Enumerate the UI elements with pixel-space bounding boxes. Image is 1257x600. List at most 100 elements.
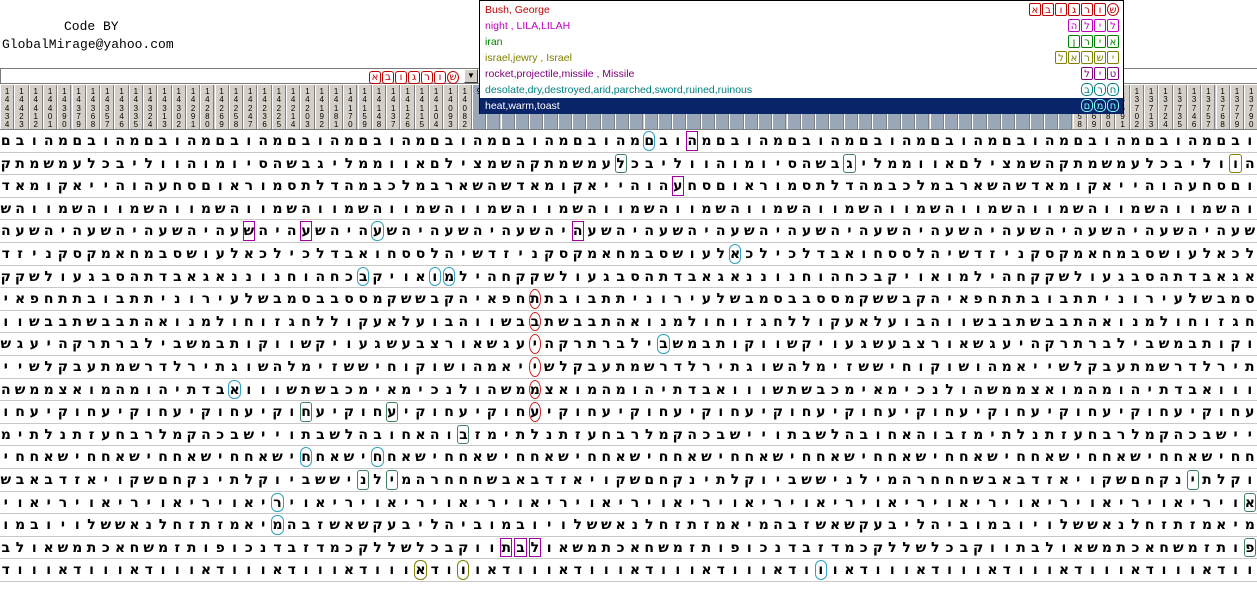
grid-letter[interactable]: ל bbox=[242, 288, 256, 310]
grid-letter[interactable]: ו bbox=[799, 559, 813, 581]
grid-letter[interactable]: ו bbox=[585, 492, 599, 514]
grid-letter[interactable]: ל bbox=[84, 153, 98, 175]
grid-letter[interactable]: י bbox=[928, 492, 942, 514]
grid-letter[interactable]: ו bbox=[242, 356, 256, 378]
grid-letter[interactable]: ו bbox=[185, 288, 199, 310]
grid-letter[interactable]: ח bbox=[1157, 537, 1171, 559]
grid-letter[interactable]: ב bbox=[299, 469, 313, 491]
grid-letter[interactable]: ר bbox=[985, 492, 999, 514]
grid-letter[interactable]: ו bbox=[957, 311, 971, 333]
grid-letter[interactable]: ב bbox=[871, 266, 885, 288]
grid-letter[interactable]: ל bbox=[785, 311, 799, 333]
grid-letter[interactable]: ח bbox=[1228, 401, 1242, 423]
grid-letter[interactable]: ק bbox=[70, 333, 84, 355]
grid-letter[interactable]: ה bbox=[471, 356, 485, 378]
grid-letter[interactable]: ר bbox=[428, 469, 442, 491]
grid-letter[interactable]: א bbox=[1043, 379, 1057, 401]
grid-letter[interactable]: ת bbox=[599, 311, 613, 333]
grid-letter[interactable]: ק bbox=[456, 537, 470, 559]
grid-letter[interactable]: י bbox=[0, 288, 13, 310]
grid-letter[interactable]: ע bbox=[513, 333, 527, 355]
grid-letter[interactable]: י bbox=[342, 469, 356, 491]
grid-letter[interactable]: ו bbox=[170, 198, 184, 220]
grid-letter[interactable]: ש bbox=[742, 220, 756, 242]
grid-letter[interactable]: ה bbox=[313, 266, 327, 288]
grid-letter[interactable]: י bbox=[885, 356, 899, 378]
grid-letter[interactable]: כ bbox=[699, 424, 713, 446]
grid-letter[interactable]: ל bbox=[914, 514, 928, 536]
grid-letter[interactable]: י bbox=[0, 492, 13, 514]
grid-letter[interactable]: א bbox=[1000, 469, 1014, 491]
grid-letter[interactable]: י bbox=[757, 424, 771, 446]
grid-letter[interactable]: מ bbox=[513, 379, 527, 401]
grid-letter[interactable]: ד bbox=[356, 559, 370, 581]
grid-letter[interactable]: ו bbox=[585, 559, 599, 581]
grid-letter[interactable]: י bbox=[185, 401, 199, 423]
grid-letter[interactable]: י bbox=[328, 333, 342, 355]
grid-letter[interactable]: י bbox=[1043, 401, 1057, 423]
grid-letter[interactable]: א bbox=[27, 469, 41, 491]
grid-letter[interactable]: ק bbox=[699, 401, 713, 423]
grid-letter[interactable]: מ bbox=[356, 153, 370, 175]
grid-letter[interactable]: ק bbox=[256, 333, 270, 355]
grid-letter[interactable]: מ bbox=[285, 288, 299, 310]
grid-letter[interactable]: ש bbox=[785, 333, 799, 355]
grid-letter[interactable]: ע bbox=[1071, 424, 1085, 446]
grid-letter[interactable]: ו bbox=[70, 514, 84, 536]
grid-letter[interactable]: ע bbox=[99, 424, 113, 446]
grid-letter[interactable]: י bbox=[471, 492, 485, 514]
grid-letter[interactable]: ה bbox=[542, 333, 556, 355]
grid-letter[interactable]: י bbox=[413, 514, 427, 536]
grid-letter[interactable]: ב bbox=[113, 288, 127, 310]
grid-letter[interactable]: ת bbox=[1243, 356, 1257, 378]
grid-letter[interactable]: מ bbox=[1014, 379, 1028, 401]
grid-letter[interactable]: מ bbox=[585, 537, 599, 559]
grid-letter[interactable]: מ bbox=[628, 356, 642, 378]
grid-letter[interactable]: ב bbox=[1100, 356, 1114, 378]
grid-letter[interactable]: ק bbox=[571, 356, 585, 378]
grid-letter[interactable]: א bbox=[1100, 492, 1114, 514]
grid-letter[interactable]: ה bbox=[1186, 220, 1200, 242]
grid-letter[interactable]: מ bbox=[971, 424, 985, 446]
grid-letter[interactable]: ב bbox=[0, 537, 13, 559]
grid-letter[interactable]: ו bbox=[242, 559, 256, 581]
grid-letter[interactable]: ו bbox=[1043, 514, 1057, 536]
grid-letter[interactable]: ע bbox=[1085, 220, 1099, 242]
grid-letter[interactable]: נ bbox=[642, 288, 656, 310]
grid-letter[interactable]: ח bbox=[871, 446, 885, 468]
grid-letter[interactable]: ו bbox=[656, 288, 670, 310]
grid-letter[interactable]: ק bbox=[313, 333, 327, 355]
grid-letter[interactable]: ש bbox=[1214, 198, 1228, 220]
grid-letter[interactable]: ח bbox=[328, 266, 342, 288]
grid-letter[interactable]: ה bbox=[256, 130, 270, 152]
grid-letter[interactable]: ו bbox=[885, 130, 899, 152]
grid-letter[interactable]: ס bbox=[399, 243, 413, 265]
grid-letter[interactable]: א bbox=[885, 492, 899, 514]
grid-letter[interactable]: ל bbox=[270, 243, 284, 265]
grid-letter[interactable]: ד bbox=[1000, 559, 1014, 581]
grid-letter[interactable]: ז bbox=[1186, 514, 1200, 536]
grid-letter[interactable]: ב bbox=[156, 243, 170, 265]
grid-letter[interactable]: א bbox=[413, 424, 427, 446]
grid-letter[interactable]: י bbox=[900, 266, 914, 288]
grid-letter[interactable]: צ bbox=[914, 333, 928, 355]
grid-letter[interactable]: ב bbox=[1200, 266, 1214, 288]
grid-letter[interactable]: ו bbox=[170, 130, 184, 152]
grid-letter[interactable]: פ bbox=[971, 288, 985, 310]
grid-letter[interactable]: מ bbox=[370, 288, 384, 310]
grid-letter[interactable]: ה bbox=[1071, 220, 1085, 242]
grid-letter[interactable]: ב bbox=[270, 288, 284, 310]
grid-letter[interactable]: ה bbox=[185, 220, 199, 242]
grid-letter[interactable]: ע bbox=[957, 401, 971, 423]
grid-letter[interactable]: ו bbox=[328, 198, 342, 220]
grid-letter[interactable]: א bbox=[614, 446, 628, 468]
grid-letter[interactable]: נ bbox=[928, 379, 942, 401]
grid-letter[interactable]: ב bbox=[914, 311, 928, 333]
grid-letter[interactable]: ה bbox=[1157, 266, 1171, 288]
dropdown-item[interactable]: night , LILA,LILAH ל י ל ה bbox=[480, 18, 1123, 34]
grid-letter[interactable]: ו bbox=[971, 514, 985, 536]
grid-letter[interactable]: ר bbox=[599, 333, 613, 355]
grid-letter[interactable]: ו bbox=[27, 559, 41, 581]
grid-letter[interactable]: א bbox=[942, 153, 956, 175]
grid-letter[interactable]: ד bbox=[1214, 559, 1228, 581]
